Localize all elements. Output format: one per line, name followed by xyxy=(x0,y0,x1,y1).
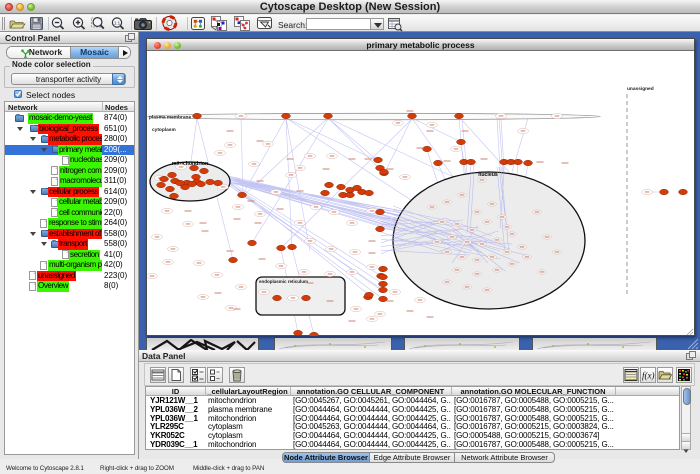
svg-text:plasma membrane: plasma membrane xyxy=(149,115,191,121)
svg-text:f(x): f(x) xyxy=(642,371,655,381)
svg-text:endoplasmic reticulum: endoplasmic reticulum xyxy=(259,279,308,284)
svg-text:nucleus: nucleus xyxy=(478,172,498,178)
svg-text:1:1: 1:1 xyxy=(114,20,121,25)
svg-text:cytoplasm: cytoplasm xyxy=(152,127,176,133)
svg-text:unassigned: unassigned xyxy=(627,86,654,92)
